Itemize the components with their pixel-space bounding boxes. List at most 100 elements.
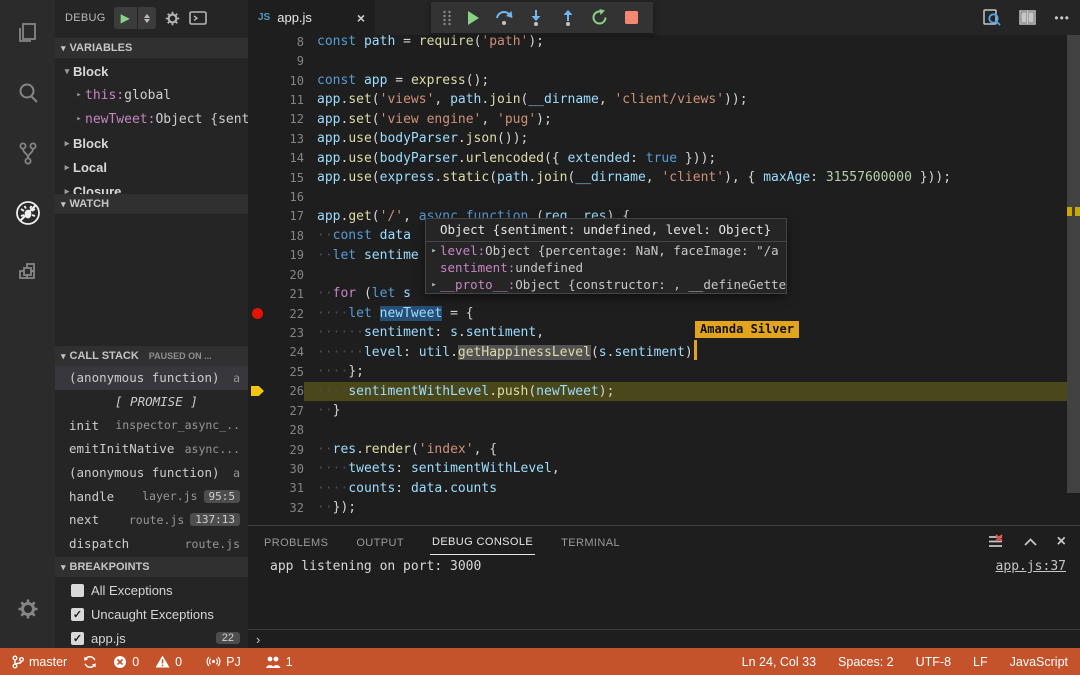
breakpoint-checkbox[interactable]: ✓ xyxy=(71,607,84,621)
breakpoint-margin[interactable] xyxy=(248,420,268,439)
variable-scope-row[interactable]: ▾ Block xyxy=(55,59,248,83)
split-editor-icon[interactable] xyxy=(1019,10,1037,25)
breakpoint-margin[interactable] xyxy=(248,51,268,70)
restart-icon[interactable] xyxy=(586,5,614,31)
callstack-frame-row[interactable]: [ PROMISE ] xyxy=(55,390,248,414)
breakpoint-margin[interactable] xyxy=(248,149,268,168)
participants-item[interactable]: 1 xyxy=(265,655,293,669)
close-panel-icon[interactable]: × xyxy=(1057,533,1066,551)
panel-tab-debug-console[interactable]: DEBUG CONSOLE xyxy=(429,528,536,555)
breakpoint-margin[interactable] xyxy=(248,459,268,478)
breakpoint-margin[interactable] xyxy=(248,168,268,187)
search-icon[interactable] xyxy=(0,68,55,118)
variable-scope-row[interactable]: ▸ Local xyxy=(55,155,248,179)
launch-config-dropdown[interactable] xyxy=(138,13,156,23)
callstack-frame-row[interactable]: init inspector_async_.. xyxy=(55,413,248,437)
breakpoint-margin[interactable] xyxy=(248,246,268,265)
breakpoint-margin[interactable] xyxy=(248,440,268,459)
step-into-icon[interactable] xyxy=(522,5,550,31)
status-item[interactable]: UTF-8 xyxy=(916,655,951,669)
variable-row[interactable]: ▸ this: global xyxy=(55,83,248,107)
errors-item[interactable]: 0 xyxy=(113,655,139,669)
breakpoint-row[interactable]: All Exceptions xyxy=(55,578,248,602)
hover-property-row[interactable]: ▸ __proto__: Object {constructor: , __def… xyxy=(426,276,786,293)
callstack-frame-row[interactable]: next route.js 137:13 xyxy=(55,508,248,532)
clear-console-icon[interactable] xyxy=(987,533,1004,550)
step-out-icon[interactable] xyxy=(554,5,582,31)
breakpoints-section-header[interactable]: ▾ BREAKPOINTS xyxy=(55,557,248,577)
panel-tab-terminal[interactable]: TERMINAL xyxy=(559,529,622,555)
gear-icon[interactable] xyxy=(0,584,55,634)
stop-icon[interactable] xyxy=(617,5,645,31)
tab-app-js[interactable]: JS app.js × xyxy=(248,0,375,35)
variable-scope-row[interactable]: ▸ Closure xyxy=(55,179,248,195)
code-line: 8 const path = require('path'); xyxy=(248,35,1080,51)
open-console-icon[interactable] xyxy=(189,11,207,25)
panel-tab-output[interactable]: OUTPUT xyxy=(354,529,406,555)
breakpoint-margin[interactable] xyxy=(248,71,268,90)
variable-scope-row[interactable]: ▸ Block xyxy=(55,131,248,155)
status-item[interactable]: JavaScript xyxy=(1010,655,1068,669)
status-item[interactable]: Spaces: 2 xyxy=(838,655,894,669)
extensions-icon[interactable] xyxy=(0,248,55,298)
breakpoint-checkbox[interactable]: ✓ xyxy=(71,631,84,645)
callstack-section-header[interactable]: ▾ CALL STACK PAUSED ON ... xyxy=(55,346,248,366)
breakpoint-row[interactable]: ✓ Uncaught Exceptions xyxy=(55,602,248,626)
maximize-panel-icon[interactable] xyxy=(1024,537,1037,546)
variables-section-header[interactable]: ▾ VARIABLES xyxy=(55,38,248,58)
console-source-link[interactable]: app.js:37 xyxy=(996,559,1066,574)
hover-property-row[interactable]: sentiment: undefined xyxy=(426,259,786,276)
toolbar-drag-handle[interactable] xyxy=(439,5,455,31)
more-actions-icon[interactable]: ••• xyxy=(1054,11,1070,25)
find-in-file-icon[interactable] xyxy=(982,8,1002,27)
liveshare-item[interactable]: PJ xyxy=(206,654,241,669)
breakpoint-margin[interactable] xyxy=(248,479,268,498)
breakpoint-margin[interactable] xyxy=(248,304,268,323)
breakpoint-margin[interactable] xyxy=(248,382,268,401)
continue-icon[interactable] xyxy=(459,5,487,31)
breakpoint-margin[interactable] xyxy=(248,187,268,206)
breakpoint-margin[interactable] xyxy=(248,343,268,362)
status-item[interactable]: Ln 24, Col 33 xyxy=(742,655,816,669)
callstack-frame-row[interactable]: (anonymous function) a xyxy=(55,366,248,390)
step-over-icon[interactable] xyxy=(491,5,519,31)
breakpoint-row[interactable]: ✓ app.js 22 xyxy=(55,626,248,648)
line-text: ··} xyxy=(317,402,341,418)
tab-close-icon[interactable]: × xyxy=(357,10,365,26)
breakpoint-margin[interactable] xyxy=(248,90,268,109)
callstack-frame-row[interactable]: dispatch route.js xyxy=(55,532,248,556)
source-control-icon[interactable] xyxy=(0,128,55,178)
hover-property-row[interactable]: ▸ level: Object {percentage: NaN, faceIma… xyxy=(426,242,786,259)
line-number: 12 xyxy=(289,112,304,127)
start-debug-icon[interactable]: ▶ xyxy=(114,11,137,25)
panel-tab-problems[interactable]: PROBLEMS xyxy=(262,529,330,555)
editor-scrollbar[interactable] xyxy=(1067,35,1080,493)
callstack-frame-row[interactable]: handle layer.js 95:5 xyxy=(55,484,248,508)
breakpoint-margin[interactable] xyxy=(248,401,268,420)
git-branch-item[interactable]: master xyxy=(12,655,67,669)
breakpoint-margin[interactable] xyxy=(248,323,268,342)
configure-gear-icon[interactable] xyxy=(164,10,181,27)
breakpoint-margin[interactable] xyxy=(248,129,268,148)
callstack-frame-row[interactable]: emitInitNative async... xyxy=(55,437,248,461)
watch-section-header[interactable]: ▾ WATCH xyxy=(55,194,248,214)
breakpoint-margin[interactable] xyxy=(248,498,268,517)
breakpoint-margin[interactable] xyxy=(248,284,268,303)
breakpoint-margin[interactable] xyxy=(248,265,268,284)
breakpoint-margin[interactable] xyxy=(248,207,268,226)
sync-item[interactable] xyxy=(83,655,97,669)
debug-console-input[interactable]: › xyxy=(248,629,1080,648)
breakpoint-checkbox[interactable] xyxy=(71,583,84,597)
warnings-item[interactable]: 0 xyxy=(155,655,182,669)
line-number: 10 xyxy=(289,73,304,88)
callstack-frame-row[interactable]: (anonymous function) a xyxy=(55,461,248,485)
status-item[interactable]: LF xyxy=(973,655,988,669)
files-icon[interactable] xyxy=(0,8,55,58)
variable-row[interactable]: ▸ newTweet: Object {sent… xyxy=(55,107,248,131)
breakpoint-margin[interactable] xyxy=(248,110,268,129)
breakpoint-margin[interactable] xyxy=(248,362,268,381)
debug-icon[interactable] xyxy=(0,188,55,238)
launch-config-control[interactable]: ▶ xyxy=(113,7,156,29)
breakpoint-margin[interactable] xyxy=(248,35,268,51)
breakpoint-margin[interactable] xyxy=(248,226,268,245)
